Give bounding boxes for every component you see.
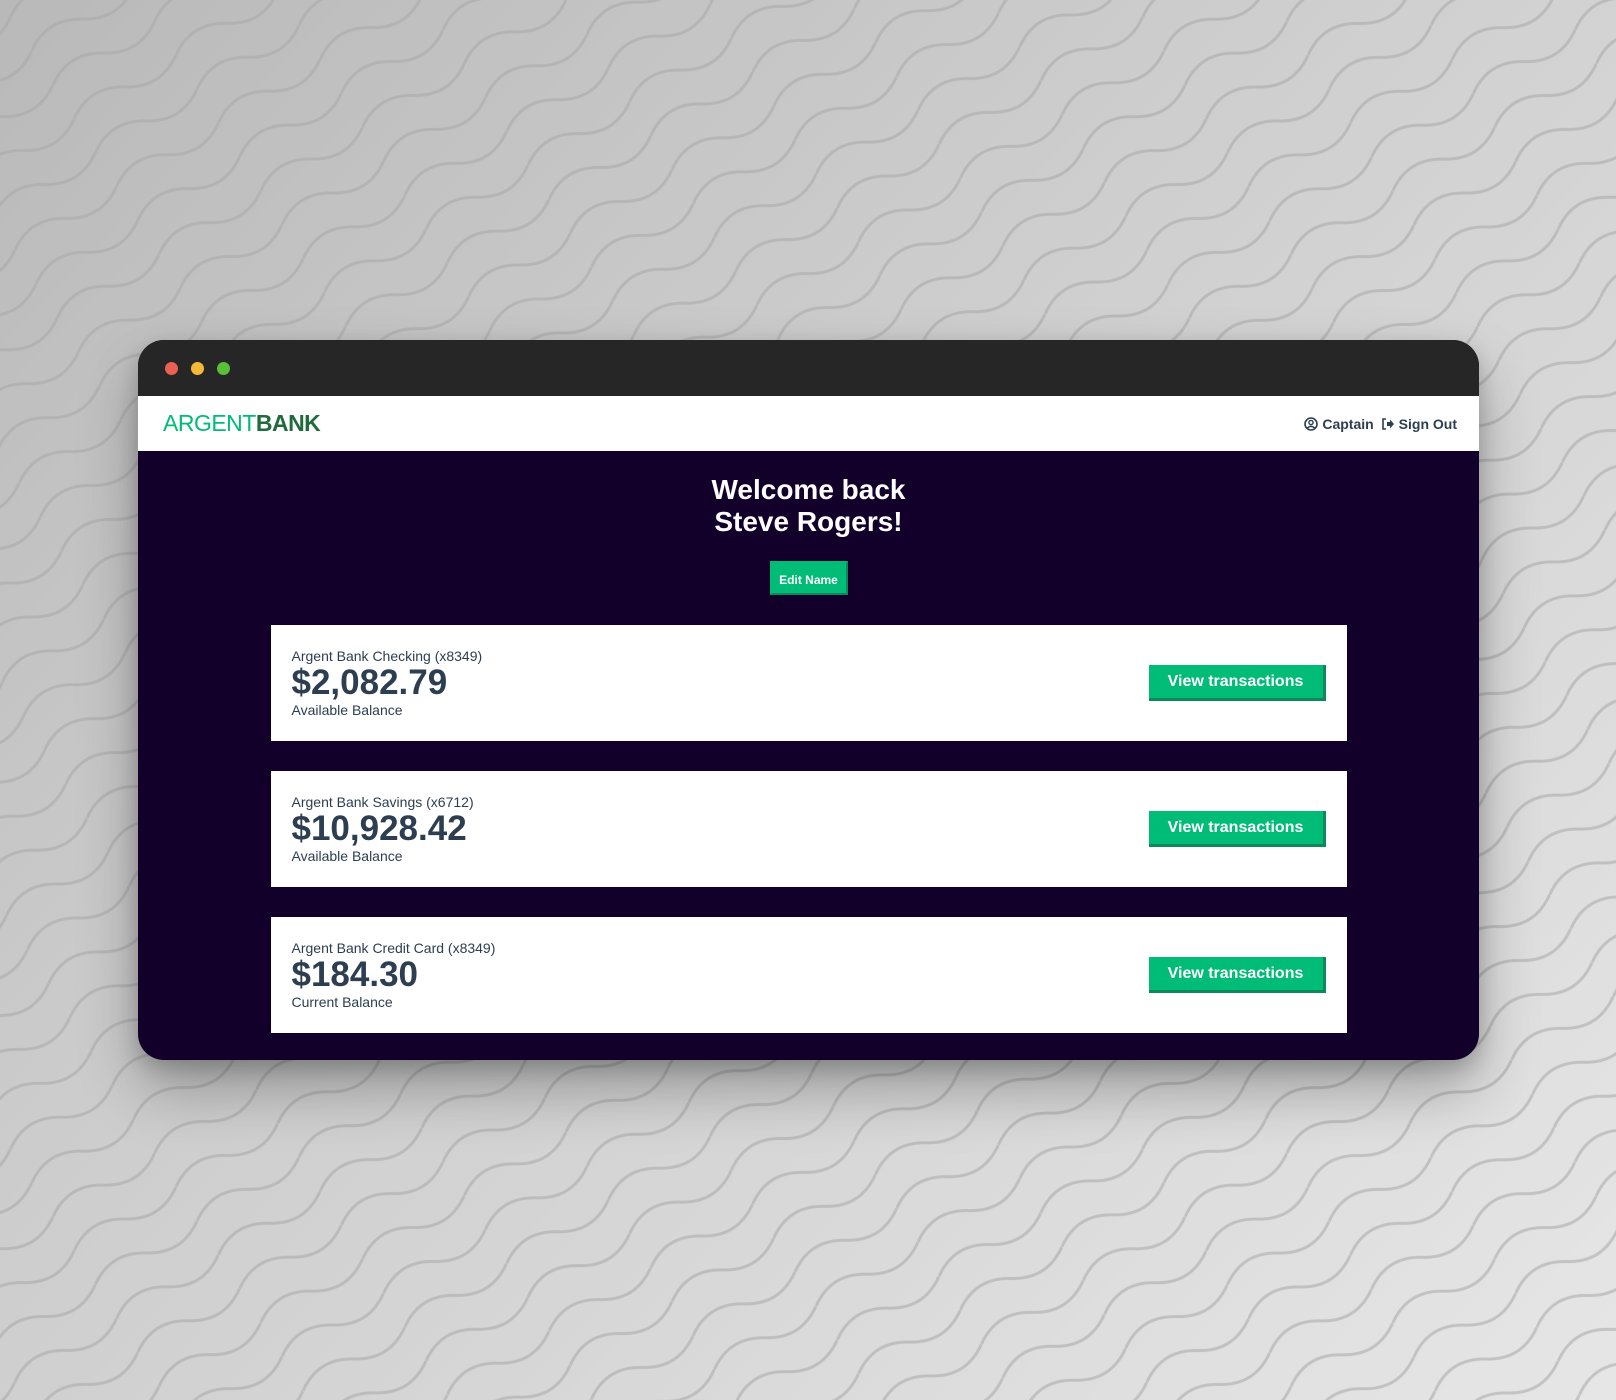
user-circle-icon	[1304, 416, 1319, 431]
sign-out-icon	[1381, 417, 1395, 431]
browser-window: ARGENT BANK Captain Sign Out Welcome bac…	[138, 340, 1479, 1060]
view-transactions-button[interactable]: View transactions	[1148, 957, 1326, 993]
user-profile-link[interactable]: Captain	[1304, 415, 1374, 432]
account-amount: $10,928.42	[291, 809, 467, 848]
view-transactions-button[interactable]: View transactions	[1148, 665, 1326, 701]
main-content: Welcome back Steve Rogers! Edit Name Arg…	[138, 451, 1479, 1033]
logo-text-bank: BANK	[255, 410, 321, 436]
account-info: Argent Bank Credit Card (x8349) $184.30 …	[292, 940, 496, 1010]
welcome-user-name: Steve Rogers!	[714, 506, 903, 537]
account-card-credit: Argent Bank Credit Card (x8349) $184.30 …	[270, 917, 1347, 1033]
account-amount: $184.30	[291, 955, 419, 994]
welcome-line-1: Welcome back	[711, 474, 906, 505]
account-card-checking: Argent Bank Checking (x8349) $2,082.79 A…	[270, 625, 1347, 741]
account-amount: $2,082.79	[291, 663, 448, 702]
nav-user-links: Captain Sign Out	[1304, 416, 1457, 432]
view-transactions-button[interactable]: View transactions	[1148, 811, 1326, 847]
main-navbar: ARGENT BANK Captain Sign Out	[138, 396, 1479, 451]
argent-bank-logo[interactable]: ARGENT BANK	[163, 410, 321, 437]
sign-out-link[interactable]: Sign Out	[1381, 416, 1457, 432]
minimize-window-dot-icon[interactable]	[191, 362, 204, 375]
account-balance-description: Current Balance	[291, 994, 393, 1010]
account-title: Argent Bank Checking (x8349)	[291, 648, 483, 664]
account-info: Argent Bank Checking (x8349) $2,082.79 A…	[292, 648, 483, 718]
welcome-heading: Welcome back Steve Rogers!	[138, 474, 1479, 538]
accounts-list: Argent Bank Checking (x8349) $2,082.79 A…	[270, 625, 1347, 1033]
close-window-dot-icon[interactable]	[165, 362, 178, 375]
user-profile-label: Captain	[1322, 415, 1374, 432]
logo-text-argent: ARGENT	[163, 410, 256, 436]
account-title: Argent Bank Credit Card (x8349)	[291, 940, 496, 956]
edit-name-button[interactable]: Edit Name	[769, 561, 848, 595]
account-info: Argent Bank Savings (x6712) $10,928.42 A…	[292, 794, 474, 864]
account-balance-description: Available Balance	[291, 848, 403, 864]
account-card-savings: Argent Bank Savings (x6712) $10,928.42 A…	[270, 771, 1347, 887]
account-balance-description: Available Balance	[291, 702, 403, 718]
window-titlebar	[138, 340, 1479, 396]
sign-out-label: Sign Out	[1398, 415, 1457, 432]
account-title: Argent Bank Savings (x6712)	[291, 794, 474, 810]
maximize-window-dot-icon[interactable]	[217, 362, 230, 375]
